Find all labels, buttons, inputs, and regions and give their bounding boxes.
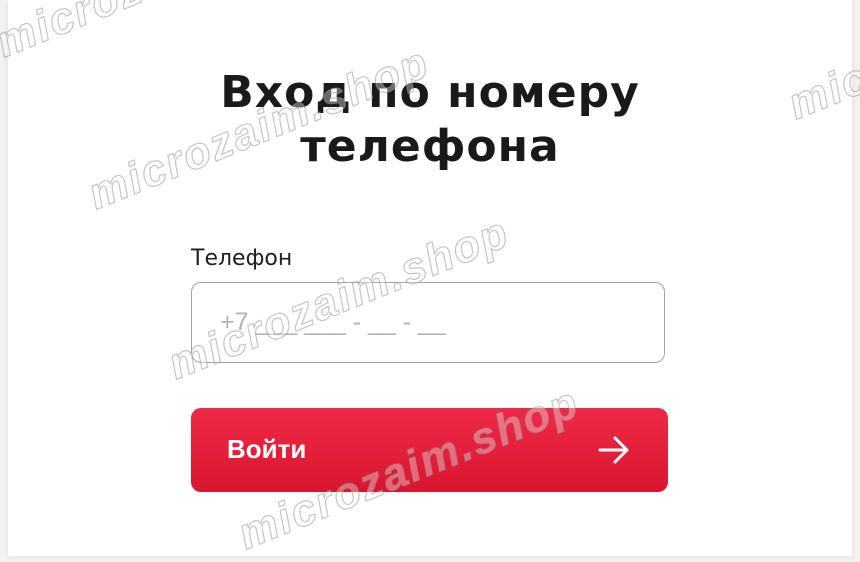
login-button[interactable]: Войти (191, 408, 668, 492)
arrow-right-icon (598, 436, 629, 464)
phone-input[interactable] (191, 282, 665, 363)
page-title: Вход по номеру телефона (220, 67, 640, 172)
phone-label: Телефон (191, 246, 293, 271)
login-button-label: Войти (227, 434, 307, 464)
